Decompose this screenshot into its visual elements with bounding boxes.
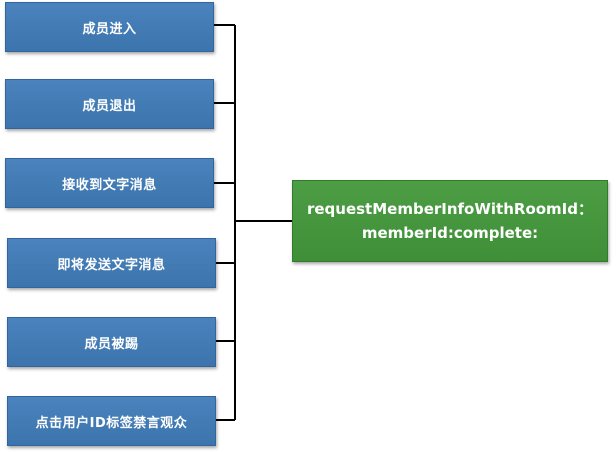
event-member-enter: 成员进入 bbox=[5, 2, 214, 52]
event-label: 点击用户ID标签禁言观众 bbox=[35, 415, 188, 431]
target-method-line-2: memberId:complete: bbox=[361, 224, 539, 242]
flow-diagram: 成员进入 成员退出 接收到文字消息 即将发送文字消息 成员被踢 点击用户ID标签… bbox=[0, 0, 616, 452]
target-method-line-1: requestMemberInfoWithRoomId： bbox=[306, 200, 594, 218]
event-about-to-send-text-message: 即将发送文字消息 bbox=[7, 238, 216, 288]
event-member-exit: 成员退出 bbox=[5, 79, 214, 129]
event-receive-text-message: 接收到文字消息 bbox=[5, 158, 214, 208]
event-label: 成员退出 bbox=[82, 98, 137, 114]
event-mute-audience: 点击用户ID标签禁言观众 bbox=[7, 396, 216, 446]
event-label: 即将发送文字消息 bbox=[57, 257, 166, 273]
target-method-box: requestMemberInfoWithRoomId： memberId:co… bbox=[292, 180, 608, 262]
event-member-kicked: 成员被踢 bbox=[7, 317, 216, 367]
event-label: 成员进入 bbox=[82, 21, 137, 37]
event-label: 接收到文字消息 bbox=[62, 177, 157, 193]
event-label: 成员被踢 bbox=[84, 336, 139, 352]
